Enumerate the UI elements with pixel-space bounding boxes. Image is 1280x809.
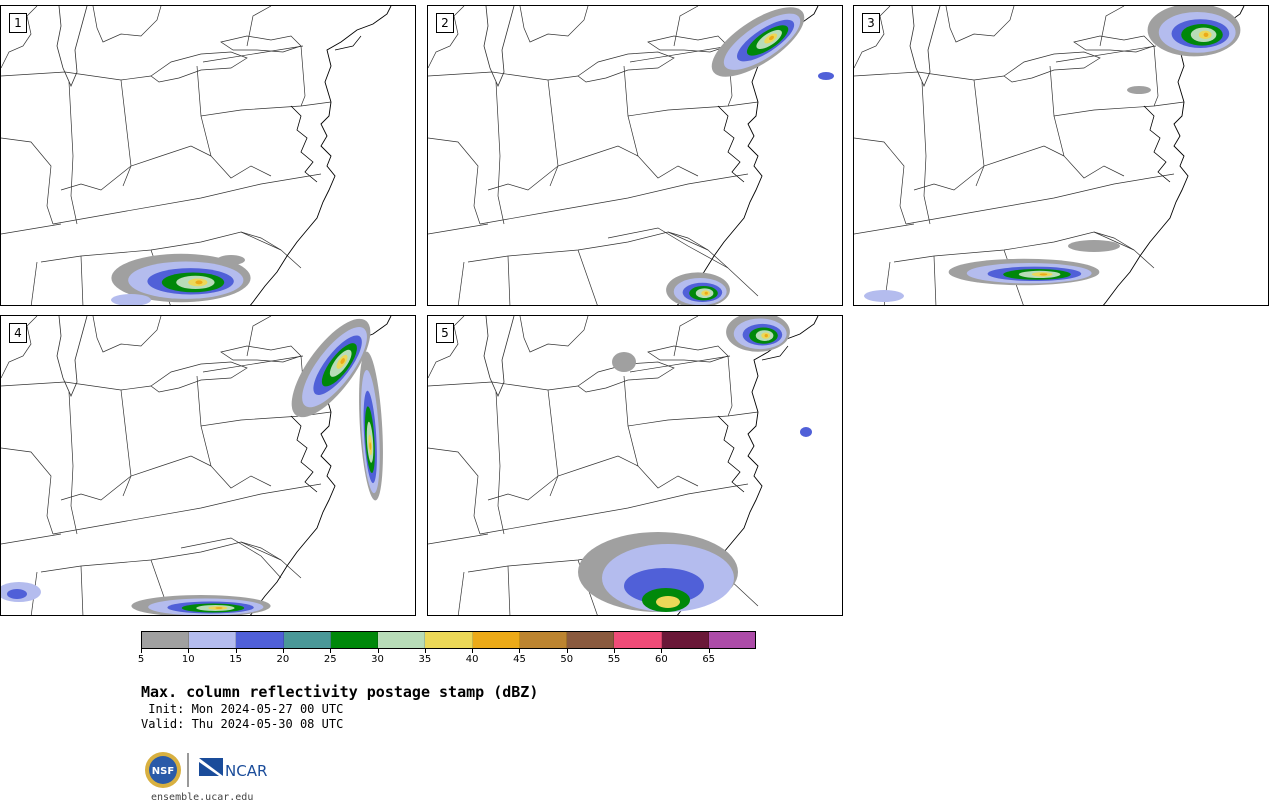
colorbar-tick-label: 5 — [137, 654, 145, 665]
colorbar-tick — [377, 649, 379, 653]
colorbar-tick-label: 45 — [513, 654, 526, 665]
colorbar-segment — [378, 632, 426, 648]
colorbar-tick-label: 10 — [181, 654, 195, 665]
stamp-number: 5 — [436, 323, 454, 343]
colorbar-segment — [567, 632, 615, 648]
stamp-panel-5: 5 — [427, 315, 843, 616]
colorbar-segment — [708, 632, 756, 648]
stamp-panel-4: 4 — [0, 315, 416, 616]
stamp-panel-2: 2 — [427, 5, 843, 306]
stamp-panel-3: 3 — [853, 5, 1269, 306]
colorbar-tick — [566, 649, 568, 653]
colorbar-tick — [519, 649, 521, 653]
nsf-logo-text: NSF — [152, 766, 174, 777]
colorbar-segment — [189, 632, 237, 648]
colorbar-ticks: 5 10 15 20 25 30 35 40 45 50 55 60 65 — [137, 649, 756, 669]
colorbar-segment — [519, 632, 568, 648]
valid-time: Valid: Thu 2024-05-30 08 UTC — [141, 717, 344, 731]
colorbar-segment — [283, 632, 331, 648]
ncar-logo-text: NCAR — [225, 762, 267, 780]
colorbar-segment — [330, 632, 379, 648]
panel-1-map — [1, 6, 392, 305]
colorbar-segment — [425, 632, 473, 648]
reflectivity-colorbar — [141, 631, 756, 649]
stamp-number: 4 — [9, 323, 27, 343]
colorbar-tick-label: 55 — [607, 654, 621, 665]
colorbar-tick-label: 50 — [560, 654, 574, 665]
panel-2-map — [428, 6, 834, 305]
colorbar-tick-label: 30 — [371, 654, 384, 665]
colorbar-tick-label: 25 — [323, 654, 337, 665]
stamp-number: 1 — [9, 13, 27, 33]
colorbar-tick-label: 65 — [702, 654, 716, 665]
ncar-logo: NCAR — [199, 758, 267, 780]
colorbar-tick — [424, 649, 426, 653]
colorbar-segment — [236, 632, 284, 648]
colorbar-tick — [141, 649, 142, 653]
colorbar-tick — [330, 649, 332, 653]
panel-5-map — [428, 316, 819, 615]
colorbar-tick-label: 20 — [276, 654, 290, 665]
colorbar-tick-label: 40 — [465, 654, 479, 665]
colorbar-tick-label: 60 — [655, 654, 668, 665]
colorbar-segment — [142, 632, 190, 648]
panel-3-map — [854, 6, 1245, 305]
colorbar-tick — [614, 649, 616, 653]
colorbar-tick — [708, 649, 710, 653]
colorbar-segment — [472, 632, 520, 648]
colorbar-tick — [235, 649, 237, 653]
colorbar-tick — [282, 649, 284, 653]
colorbar-tick-label: 35 — [418, 654, 432, 665]
site-url: ensemble.ucar.edu — [151, 792, 254, 803]
stamp-panel-1: 1 — [0, 5, 416, 306]
colorbar-tick — [188, 649, 190, 653]
stamp-number: 2 — [436, 13, 454, 33]
nsf-ncar-logos: NSF NCAR — [145, 752, 267, 788]
colorbar-segment — [614, 632, 662, 648]
colorbar-segment — [661, 632, 709, 648]
nsf-logo: NSF — [145, 752, 181, 788]
chart-title: Max. column reflectivity postage stamp (… — [141, 683, 539, 701]
stamp-number: 3 — [862, 13, 880, 33]
colorbar-tick — [661, 649, 663, 653]
panel-4-map — [1, 316, 392, 615]
colorbar-tick-label: 15 — [229, 654, 242, 665]
colorbar-tick — [472, 649, 474, 653]
init-time: Init: Mon 2024-05-27 00 UTC — [141, 702, 344, 716]
